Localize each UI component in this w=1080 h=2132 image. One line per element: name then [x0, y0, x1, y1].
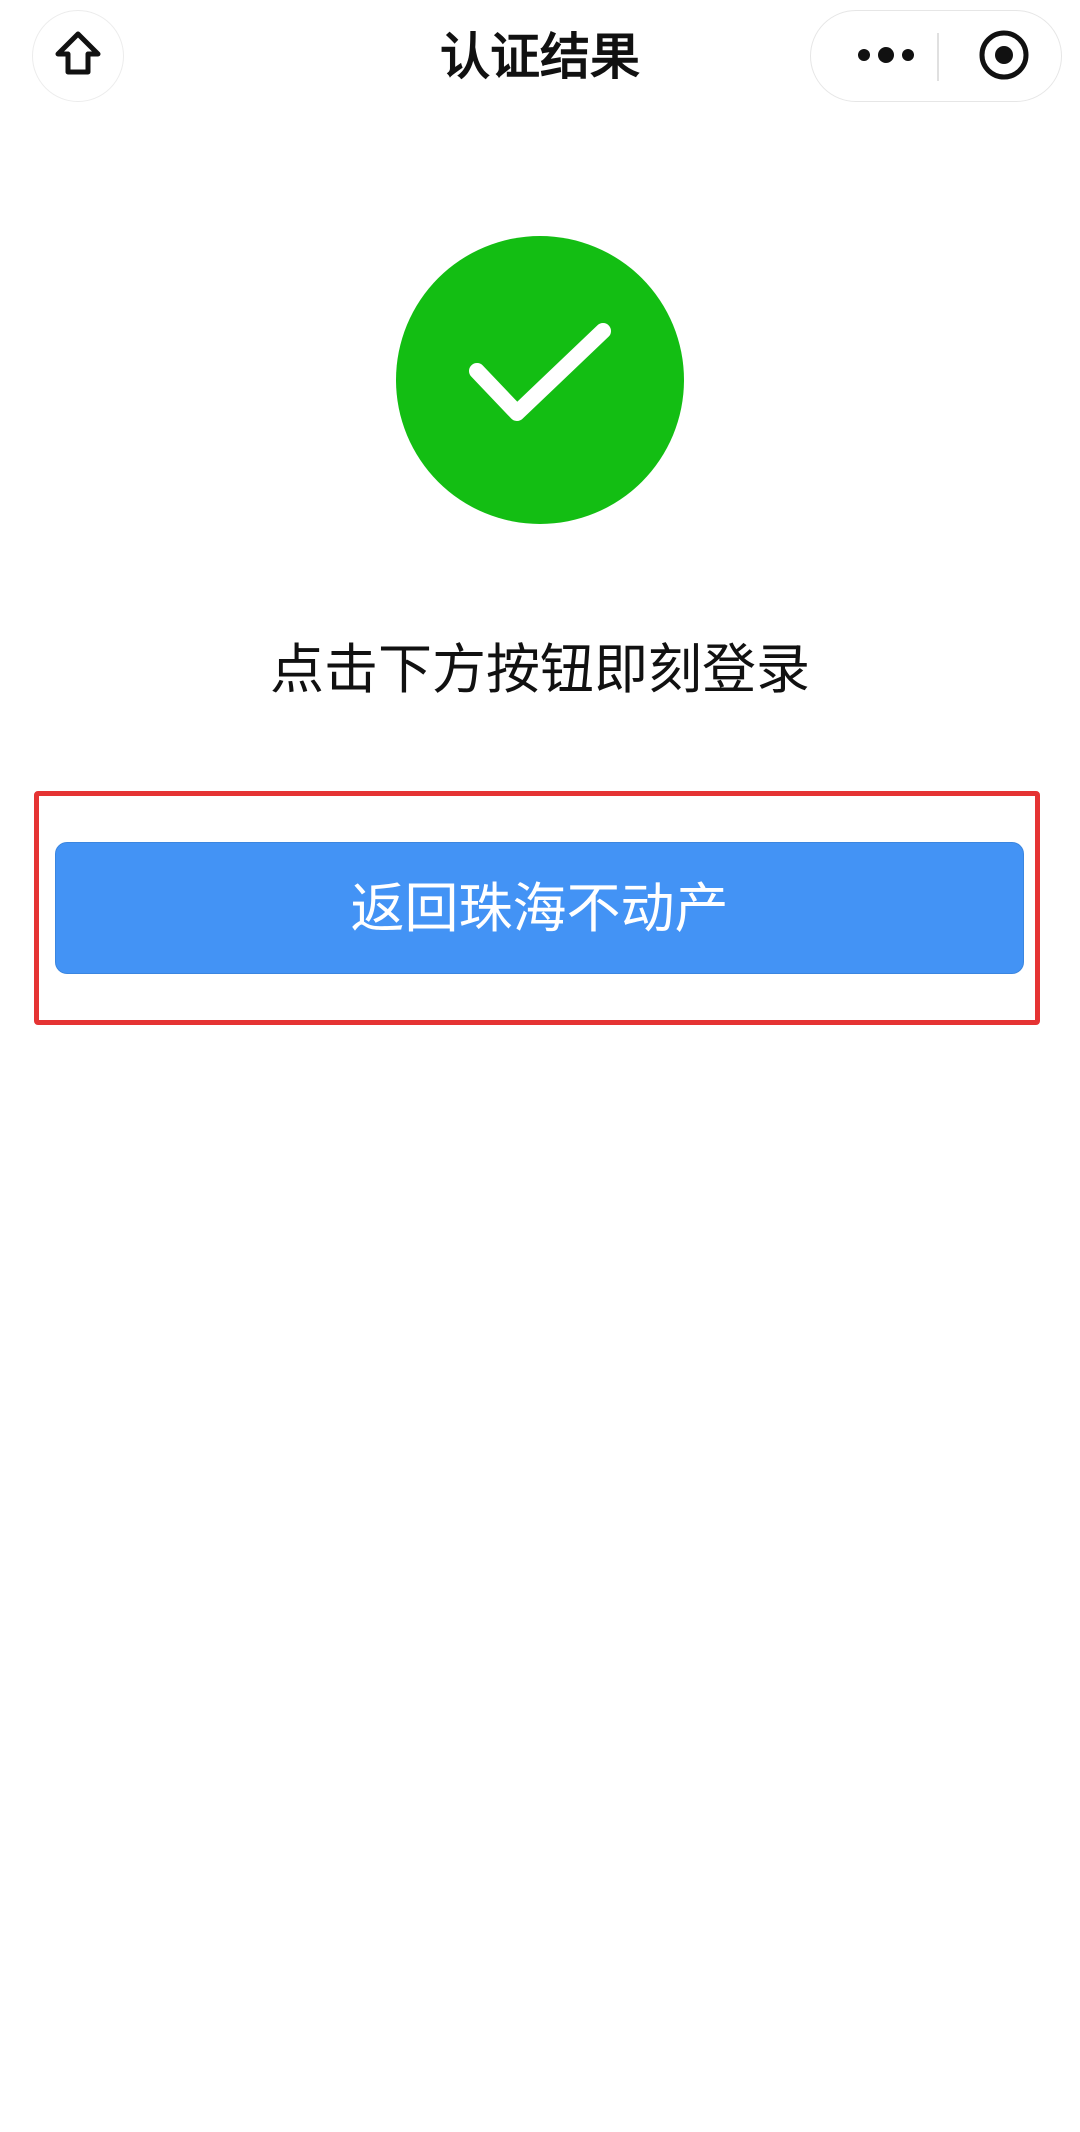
page-title: 认证结果 — [440, 28, 640, 86]
page: 认证结果 点击下方按钮即刻登录 返回珠海不动产 — [0, 0, 1080, 2132]
navigation-bar: 认证结果 — [0, 0, 1080, 125]
target-close-icon — [977, 28, 1031, 86]
more-button[interactable] — [851, 11, 921, 103]
mini-program-capsule — [810, 10, 1062, 102]
home-button[interactable] — [32, 10, 124, 102]
success-status — [396, 236, 684, 524]
home-icon — [52, 28, 104, 84]
close-button[interactable] — [969, 11, 1039, 103]
return-to-zhuhai-real-estate-button[interactable]: 返回珠海不动产 — [55, 842, 1024, 974]
login-instruction: 点击下方按钮即刻登录 — [270, 638, 810, 701]
more-dots-icon — [856, 45, 916, 69]
capsule-divider — [937, 33, 939, 81]
check-circle-icon — [465, 323, 615, 437]
